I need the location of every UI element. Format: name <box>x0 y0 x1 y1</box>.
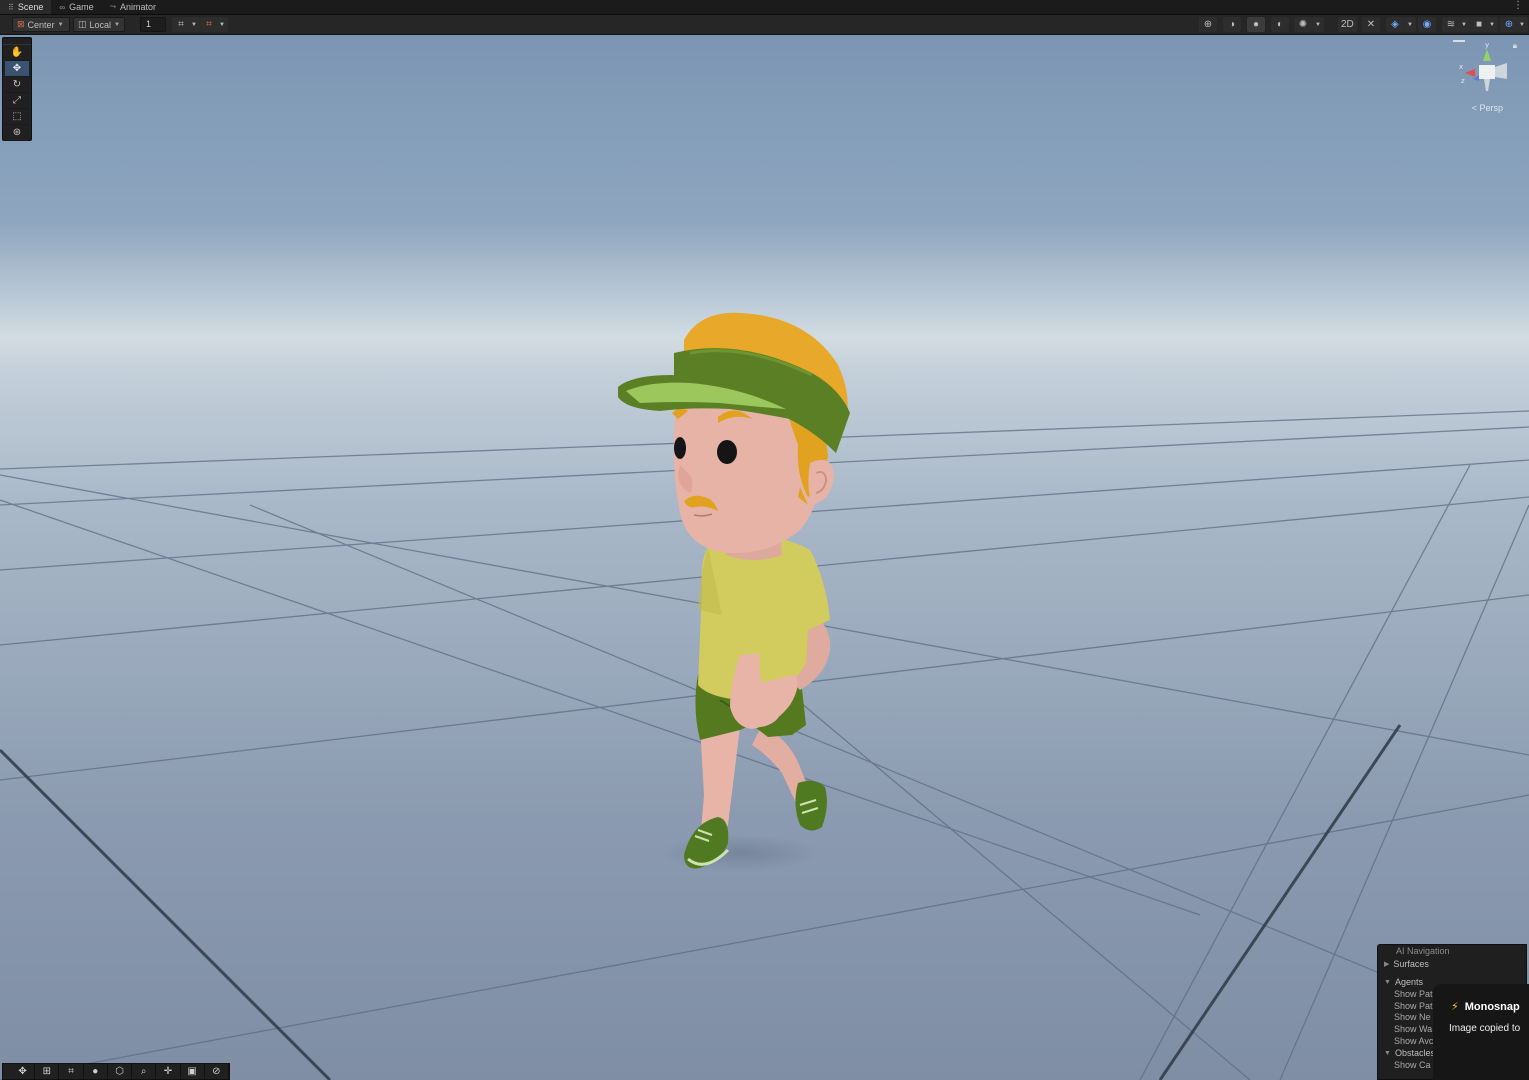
pivot-handle-icon[interactable]: ✛ <box>156 1064 181 1079</box>
scene-toolbar: ⊠ Center ▼ ◫ Local ▼ 1 ⌗ ▼ ⌗ ▼ ⊕ ◑ ● ◐ ✺… <box>0 15 1529 35</box>
gizmo-axis-x: x <box>1459 63 1463 71</box>
overlay-toolbar: ✥ ⊞ ⌗ ● ⬡ ⌕ ✛ ▣ ⊘ <box>2 1063 230 1080</box>
chevron-down-icon[interactable]: ▼ <box>216 17 228 32</box>
unlit-icon[interactable]: ◐ <box>1271 17 1289 32</box>
chevron-down-icon[interactable]: ▼ <box>1458 17 1470 32</box>
chevron-down-icon[interactable]: ▼ <box>1404 17 1416 32</box>
chevron-down-icon: ▼ <box>1384 1050 1391 1058</box>
chevron-down-icon: ▼ <box>57 21 64 28</box>
chevron-down-icon[interactable]: ▼ <box>1516 17 1528 32</box>
obstacles-label: Obstacles <box>1394 1048 1435 1059</box>
scene-viewport[interactable]: ✋ ✥ ↻ ⤢ ⬚ ⊛ 🔒︎ y x z < Persp ✥ ⊞ ⌗ ● ⬡ ⌕… <box>0 35 1529 1080</box>
move-gizmo-icon[interactable]: ✥ <box>11 1064 36 1079</box>
gamepad-icon: ∞ <box>59 2 66 12</box>
chevron-down-icon[interactable]: ▼ <box>1486 17 1498 32</box>
grid-snap-icon[interactable]: ⌗ <box>59 1064 84 1079</box>
debug-mode-icon[interactable]: ✺ <box>1294 17 1312 32</box>
toast-app-name: Monosnap <box>1464 1000 1520 1013</box>
projection-label[interactable]: < Persp <box>1472 103 1503 113</box>
gizmo-axis-y: y <box>1485 41 1489 49</box>
transform-tool-icon[interactable]: ⊛ <box>5 125 29 141</box>
tab-animator[interactable]: ⤳ Animator <box>102 0 164 14</box>
pivot-rotation-dropdown[interactable]: ◫ Local ▼ <box>73 17 125 32</box>
scene-render <box>0 35 1529 1080</box>
shaded-icon[interactable]: ● <box>1247 17 1265 32</box>
cube-icon: ◫ <box>78 19 87 29</box>
chevron-down-icon[interactable]: ▼ <box>188 17 200 32</box>
tab-game-label: Game <box>69 2 94 12</box>
wireframe-icon[interactable]: ⊕ <box>1199 17 1217 32</box>
effects-toggle-icon[interactable]: ◈ <box>1386 17 1404 32</box>
pivot-icon: ⊠ <box>17 19 25 29</box>
animator-icon: ⤳ <box>109 2 117 11</box>
move-tool-icon[interactable]: ✥ <box>5 61 29 77</box>
visibility-toggle-icon[interactable]: ◉ <box>1418 17 1436 32</box>
grid-size-input[interactable]: 1 <box>140 17 166 32</box>
shaded-wireframe-icon[interactable]: ◑ <box>1223 17 1241 32</box>
pivot-rotation-label: Local <box>89 19 112 30</box>
chevron-down-icon: ▼ <box>1384 979 1391 986</box>
tab-scene-label: Scene <box>17 2 44 12</box>
palette-grip[interactable] <box>3 38 31 45</box>
agents-label: Agents <box>1394 977 1423 987</box>
toast-message: Image copied to <box>1449 1023 1521 1034</box>
ai-navigation-title[interactable]: AI Navigation <box>1378 945 1526 958</box>
surfaces-section[interactable]: ▶ Surfaces <box>1378 958 1526 971</box>
camera-preview-icon[interactable]: ▣ <box>181 1064 205 1079</box>
hand-tool-icon[interactable]: ✋ <box>5 45 29 61</box>
editor-tab-bar: ⠿ Scene ∞ Game ⤳ Animator ⋮ <box>0 0 1529 15</box>
tab-animator-label: Animator <box>120 2 157 12</box>
monosnap-toast[interactable]: ⚡ Monosnap Image copied to <box>1433 984 1529 1080</box>
chevron-down-icon: ▼ <box>114 21 120 28</box>
scale-tool-icon[interactable]: ⤢ <box>5 93 29 109</box>
pivot-mode-dropdown[interactable]: ⊠ Center ▼ <box>12 17 70 32</box>
search-icon[interactable]: ⌕ <box>132 1064 157 1079</box>
chevron-right-icon: ▶ <box>1384 961 1390 968</box>
gizmo-axis-z: z <box>1461 77 1465 85</box>
2d-toggle-icon[interactable]: 2D <box>1338 17 1357 32</box>
lightning-icon: ⚡ <box>1451 1001 1459 1013</box>
rotate-tool-icon[interactable]: ↻ <box>5 77 29 93</box>
surfaces-label: Surfaces <box>1393 959 1429 969</box>
surface-snap-icon[interactable]: ⬡ <box>108 1064 133 1079</box>
chevron-down-icon[interactable]: ▼ <box>1312 17 1324 32</box>
align-icon[interactable]: ⊞ <box>35 1064 60 1079</box>
rect-tool-icon[interactable]: ⬚ <box>5 109 29 125</box>
lighting-toggle-icon[interactable]: ✕ <box>1362 17 1380 32</box>
tab-scene[interactable]: ⠿ Scene <box>0 0 52 14</box>
tab-game[interactable]: ∞ Game <box>51 0 101 14</box>
pivot-mode-label: Center <box>27 19 55 30</box>
more-options-icon[interactable]: ⋮ <box>1513 0 1523 11</box>
grid-icon: ⠿ <box>8 2 14 12</box>
navigation-icon[interactable]: ⊘ <box>205 1064 229 1079</box>
sphere-icon[interactable]: ● <box>84 1064 108 1079</box>
tool-palette: ✋ ✥ ↻ ⤢ ⬚ ⊛ <box>2 37 32 141</box>
